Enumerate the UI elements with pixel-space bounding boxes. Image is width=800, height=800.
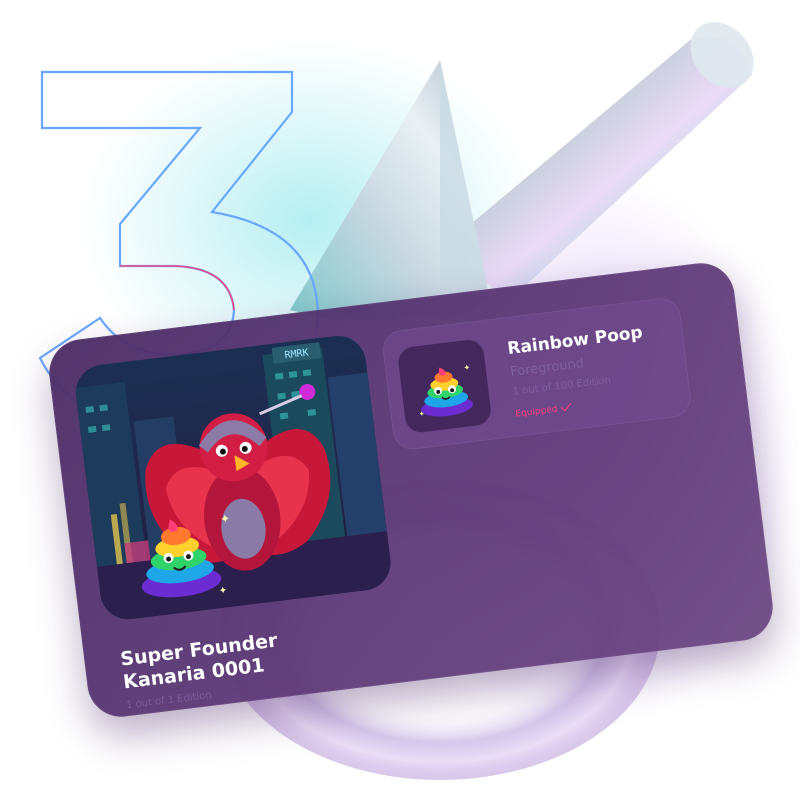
equipped-status-label: Equipped <box>514 404 559 420</box>
svg-text:✦: ✦ <box>418 410 425 419</box>
item-category: Foreground <box>509 356 585 380</box>
svg-text:✦: ✦ <box>218 585 228 597</box>
holographic-tube-shape <box>440 22 754 301</box>
red-bird-robot-illustration: RMRK ✦ ✦ <box>75 342 394 623</box>
equipped-item-panel[interactable]: ✦ ✦ Rainbow Poop Foreground 1 out of 100… <box>380 295 693 452</box>
svg-text:✦: ✦ <box>219 511 231 526</box>
nft-image: RMRK ✦ ✦ <box>72 332 394 623</box>
item-thumbnail: ✦ ✦ <box>396 338 493 435</box>
svg-text:✦: ✦ <box>463 363 471 373</box>
rainbow-poop-icon: ✦ ✦ <box>418 363 473 419</box>
item-edition: 1 out of 100 Edition <box>512 374 612 398</box>
check-icon <box>560 399 572 412</box>
holographic-cone-shape <box>290 60 490 321</box>
equipped-status: Equipped <box>514 399 572 420</box>
item-name: Rainbow Poop <box>506 322 644 360</box>
nft-title: Super Founder Kanaria 0001 <box>119 612 422 694</box>
promo-scene: RMRK ✦ ✦ Super Founder Kanaria 0001 1 ou… <box>0 0 800 800</box>
